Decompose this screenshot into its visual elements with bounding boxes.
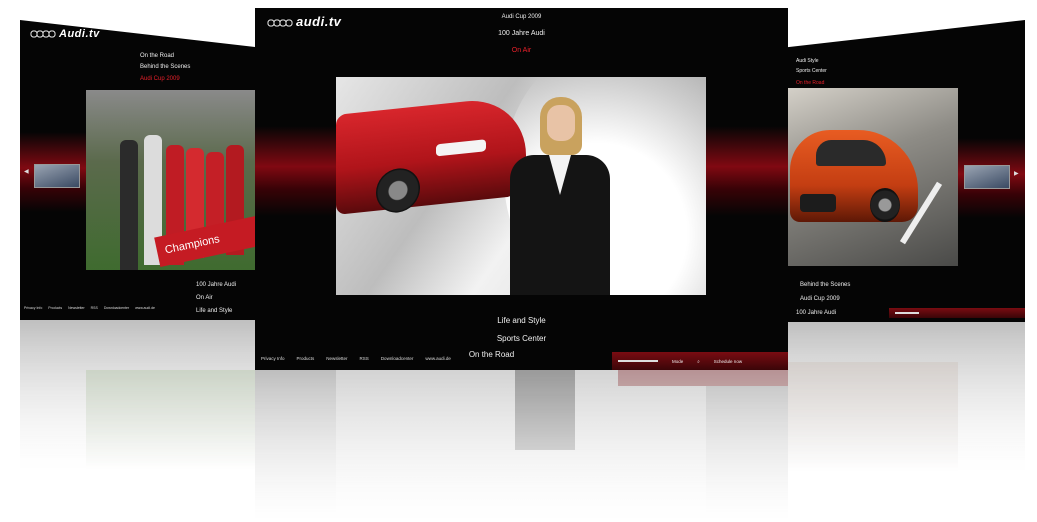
footer-link[interactable]: Newsletter [326,356,347,361]
footer-link[interactable]: Products [297,356,315,361]
footer-link[interactable]: RSS [360,356,369,361]
reflection-video [86,370,255,470]
presenter-face [547,105,575,141]
volume-slider[interactable] [618,360,658,362]
reflection-presenter [515,370,575,450]
footer-link[interactable]: Newsletter [68,306,85,310]
audi-tv-logo[interactable]: Audi.tv [30,28,100,40]
menu-item[interactable]: Audi Style [796,58,1025,64]
sub-menu-item[interactable]: Behind the Scenes [800,282,1025,288]
reflection-video [788,362,958,472]
video-player[interactable] [336,77,706,295]
player-control-bar: Mode ⌕ Schedule now [612,352,788,370]
sub-menu-item[interactable]: Life and Style [196,308,255,314]
audi-rings-icon [30,30,56,39]
next-video-thumbnail[interactable] [964,165,1010,189]
footer-link[interactable]: RSS [91,306,98,310]
menu-item[interactable]: Behind the Scenes [140,64,255,70]
menu-item[interactable]: Audi Cup 2009 [255,14,788,20]
footer-link[interactable]: Downloadcenter [104,306,129,310]
right-screen: Audi Style Sports Center On the Road ▶ B… [788,20,1025,322]
footer-link[interactable]: Privacy Info [261,356,285,361]
video-player[interactable]: Champions [86,90,255,270]
menu-item[interactable]: On the Road [140,53,255,59]
volume-slider[interactable] [895,312,919,314]
sub-menu-item[interactable]: Sports Center [255,334,788,343]
sub-menu-item[interactable]: Audi Cup 2009 [800,296,1025,302]
footer-link[interactable]: Downloadcenter [381,356,414,361]
orange-car [790,130,918,222]
car-grille [800,194,836,212]
left-screen-reflection [20,320,255,470]
presenter [504,97,616,295]
menu-item[interactable]: Sports Center [796,68,1025,74]
search-icon[interactable]: ⌕ [697,359,700,364]
footer-link[interactable]: www.audi.de [135,306,155,310]
menu-item[interactable]: 100 Jahre Audi [255,30,788,37]
car-windshield [816,140,886,166]
sub-menu-item[interactable]: 100 Jahre Audi [196,282,255,288]
center-screen-reflection [255,370,788,520]
center-screen: audi.tv Audi Cup 2009 100 Jahre Audi On … [255,8,788,370]
footer-link[interactable]: www.audi.de [425,356,451,361]
sub-menu-item[interactable]: Life and Style [255,316,788,325]
menu-item-active[interactable]: On Air [255,47,788,54]
sub-menu-item[interactable]: On Air [196,295,255,301]
reflection-control-bar [618,370,788,386]
footer-links: Privacy Info Products Newsletter RSS Dow… [24,306,155,310]
mode-button[interactable]: Mode [672,359,683,364]
footer-link[interactable]: Privacy Info [24,306,42,310]
car-wheel [376,166,420,215]
video-player[interactable] [788,88,958,266]
red-car [336,95,526,215]
chevron-left-icon[interactable]: ◀ [24,168,29,175]
car-headlight [436,139,486,157]
prev-video-thumbnail[interactable] [34,164,80,188]
menu-item-active[interactable]: Audi Cup 2009 [140,76,255,82]
player-control-bar [889,308,1025,318]
left-screen: Audi.tv On the Road Behind the Scenes Au… [20,20,255,320]
menu-item-active[interactable]: On the Road [796,80,1025,86]
right-screen-reflection [788,322,1025,472]
footer-links: Privacy Info Products Newsletter RSS Dow… [261,356,451,361]
footer-link[interactable]: Products [48,306,62,310]
schedule-button[interactable]: Schedule now [714,359,742,364]
person-figure [120,140,138,270]
car-wheel [870,188,900,222]
chevron-right-icon[interactable]: ▶ [1014,170,1019,177]
